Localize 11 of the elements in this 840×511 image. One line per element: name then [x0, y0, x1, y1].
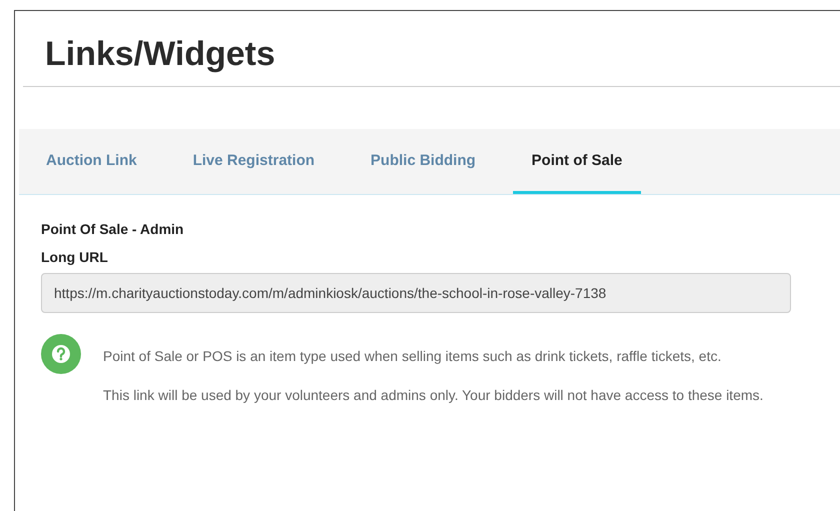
- section-heading: Point Of Sale - Admin: [41, 221, 185, 237]
- info-text: Point of Sale or POS is an item type used when selling items such as drink tickets, raffle tickets, etc.: [103, 347, 722, 366]
- field-label: Long URL: [41, 249, 109, 265]
- url-field[interactable]: https://m.charityauctionstoday.com/m/adminkiosk/auctions/the-school-in-rose-valley-7138: [41, 273, 791, 313]
- info-text: This link will be used by your volunteers and admins only. Your bidders will not have access to these items.: [103, 386, 764, 405]
- page-title: Links/Widgets: [23, 11, 840, 87]
- help-icon: [41, 334, 81, 374]
- tab[interactable]: Point of Sale: [512, 129, 642, 194]
- tab[interactable]: Auction Link: [27, 129, 156, 194]
- tab[interactable]: Live Registration: [174, 129, 334, 194]
- tab[interactable]: Public Bidding: [352, 129, 495, 194]
